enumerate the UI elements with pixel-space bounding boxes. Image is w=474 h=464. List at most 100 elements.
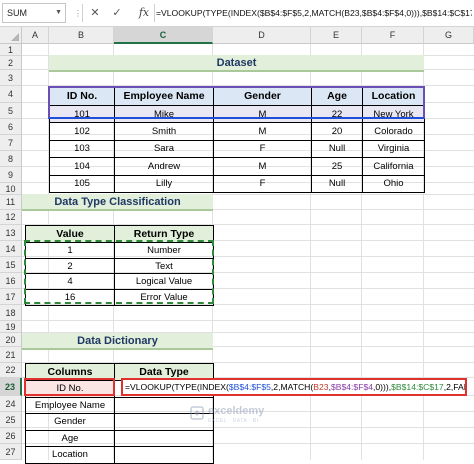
row-header[interactable]: 8 — [0, 151, 22, 167]
cell-formula-editor[interactable]: =VLOOKUP(TYPE(INDEX($B$4:$F$5,2,MATCH(B2… — [121, 378, 467, 396]
column-title[interactable]: Gender — [213, 86, 312, 106]
cancel-icon[interactable]: ✕ — [86, 4, 104, 22]
select-all-corner[interactable] — [0, 27, 22, 44]
table-cell[interactable]: 101 — [49, 104, 115, 124]
row-header[interactable]: 24 — [0, 396, 22, 412]
table-cell[interactable]: Sara — [114, 139, 214, 159]
table-cell[interactable]: Mike — [114, 104, 214, 124]
table-cell[interactable]: 4 — [25, 273, 115, 291]
table-cell[interactable]: Employee Name — [25, 396, 115, 414]
table-cell[interactable]: Text — [114, 257, 214, 275]
table-cell[interactable]: 25 — [311, 157, 363, 176]
table-cell[interactable]: 103 — [49, 139, 115, 159]
column-title[interactable]: Return Type — [114, 225, 214, 243]
column-header-e[interactable]: E — [311, 27, 362, 44]
column-header-a[interactable]: A — [22, 27, 49, 44]
column-header-b[interactable]: B — [49, 27, 114, 44]
more-options-icon[interactable]: ⋮ — [74, 9, 82, 18]
table-header-row: Value Return Type — [25, 225, 214, 243]
row-header[interactable]: 13 — [0, 225, 22, 241]
row-header[interactable]: 7 — [0, 135, 22, 151]
row-header[interactable]: 3 — [0, 70, 22, 86]
row-header[interactable]: 6 — [0, 119, 22, 135]
table-cell[interactable]: Andrew — [114, 157, 214, 176]
table-cell[interactable]: 1 — [25, 242, 115, 259]
row-header[interactable]: 9 — [0, 167, 22, 183]
table-cell[interactable]: 104 — [49, 157, 115, 176]
row-header[interactable]: 21 — [0, 347, 22, 363]
formula-cell-ref: B23 — [313, 382, 329, 392]
row-header[interactable]: 17 — [0, 289, 22, 305]
row-header[interactable]: 2 — [0, 56, 22, 70]
table-cell[interactable]: Number — [114, 242, 214, 259]
table-cell[interactable]: New York — [362, 104, 425, 124]
name-box[interactable]: SUM ▼ — [2, 3, 66, 23]
table-cell[interactable]: Null — [311, 139, 363, 159]
chevron-down-icon[interactable]: ▼ — [55, 4, 62, 22]
table-cell[interactable]: 2 — [25, 257, 115, 275]
table-cell[interactable]: M — [213, 104, 312, 124]
table-cell[interactable]: Ohio — [362, 174, 425, 193]
row-header[interactable]: 14 — [0, 241, 22, 257]
table-cell[interactable]: F — [213, 139, 312, 159]
table-cell[interactable]: 20 — [311, 122, 363, 141]
table-row: Location — [25, 446, 214, 464]
dataset-table: ID No. Employee Name Gender Age Location… — [49, 86, 425, 193]
row-header[interactable]: 12 — [0, 210, 22, 225]
row-header[interactable]: 18 — [0, 305, 22, 321]
row-header[interactable]: 19 — [0, 321, 22, 333]
row-header[interactable]: 27 — [0, 444, 22, 460]
formula-input[interactable]: =VLOOKUP(TYPE(INDEX($B$4:$F$5,2,MATCH(B2… — [156, 4, 472, 22]
table-cell[interactable]: Error Value — [114, 289, 214, 306]
column-title[interactable]: Location — [362, 86, 425, 106]
column-title[interactable]: Employee Name — [114, 86, 214, 106]
table-cell[interactable]: Colorado — [362, 122, 425, 141]
insert-function-icon[interactable]: fx — [134, 4, 154, 22]
table-cell[interactable]: California — [362, 157, 425, 176]
table-cell[interactable]: Gender — [25, 413, 115, 431]
table-cell[interactable]: F — [213, 174, 312, 193]
column-header-f[interactable]: F — [362, 27, 424, 44]
row-header[interactable]: 10 — [0, 183, 22, 195]
column-title[interactable]: ID No. — [49, 86, 115, 106]
row-header-active[interactable]: 23 — [0, 378, 22, 396]
row-header[interactable]: 5 — [0, 103, 22, 119]
exceldemy-logo-icon — [190, 406, 204, 420]
table-cell[interactable]: Location — [25, 446, 115, 464]
column-header-g[interactable]: G — [424, 27, 474, 44]
table-cell[interactable]: 105 — [49, 174, 115, 193]
table-cell[interactable]: ID No. — [25, 380, 115, 398]
table-cell[interactable]: Age — [25, 429, 115, 447]
table-row: 103 Sara F Null Virginia — [49, 139, 425, 159]
table-cell[interactable]: 16 — [25, 289, 115, 306]
row-header[interactable]: 20 — [0, 333, 22, 347]
enter-icon[interactable]: ✓ — [108, 4, 126, 22]
column-header-c[interactable]: C — [114, 27, 213, 44]
table-cell[interactable]: 22 — [311, 104, 363, 124]
row-header[interactable]: 15 — [0, 257, 22, 273]
column-title[interactable]: Age — [311, 86, 363, 106]
table-cell[interactable]: Virginia — [362, 139, 425, 159]
table-cell[interactable]: Null — [311, 174, 363, 193]
column-title[interactable]: Value — [25, 225, 115, 243]
row-header[interactable]: 26 — [0, 428, 22, 444]
row-header[interactable]: 25 — [0, 412, 22, 428]
table-cell[interactable]: M — [213, 157, 312, 176]
row-header[interactable]: 16 — [0, 273, 22, 289]
column-header-d[interactable]: D — [213, 27, 311, 44]
table-cell[interactable]: Smith — [114, 122, 214, 141]
row-header[interactable]: 11 — [0, 195, 22, 210]
table-header-row: ID No. Employee Name Gender Age Location — [49, 86, 425, 106]
column-title[interactable]: Columns — [25, 363, 115, 381]
table-cell[interactable] — [114, 429, 214, 447]
table-row: Age — [25, 429, 214, 447]
row-header[interactable]: 4 — [0, 86, 22, 103]
table-row: Employee Name — [25, 396, 214, 414]
table-cell[interactable] — [114, 446, 214, 464]
table-cell[interactable]: M — [213, 122, 312, 141]
table-cell[interactable]: Logical Value — [114, 273, 214, 291]
row-header[interactable]: 22 — [0, 363, 22, 378]
table-cell[interactable]: 102 — [49, 122, 115, 141]
table-cell[interactable]: Lilly — [114, 174, 214, 193]
row-header[interactable]: 1 — [0, 44, 22, 56]
